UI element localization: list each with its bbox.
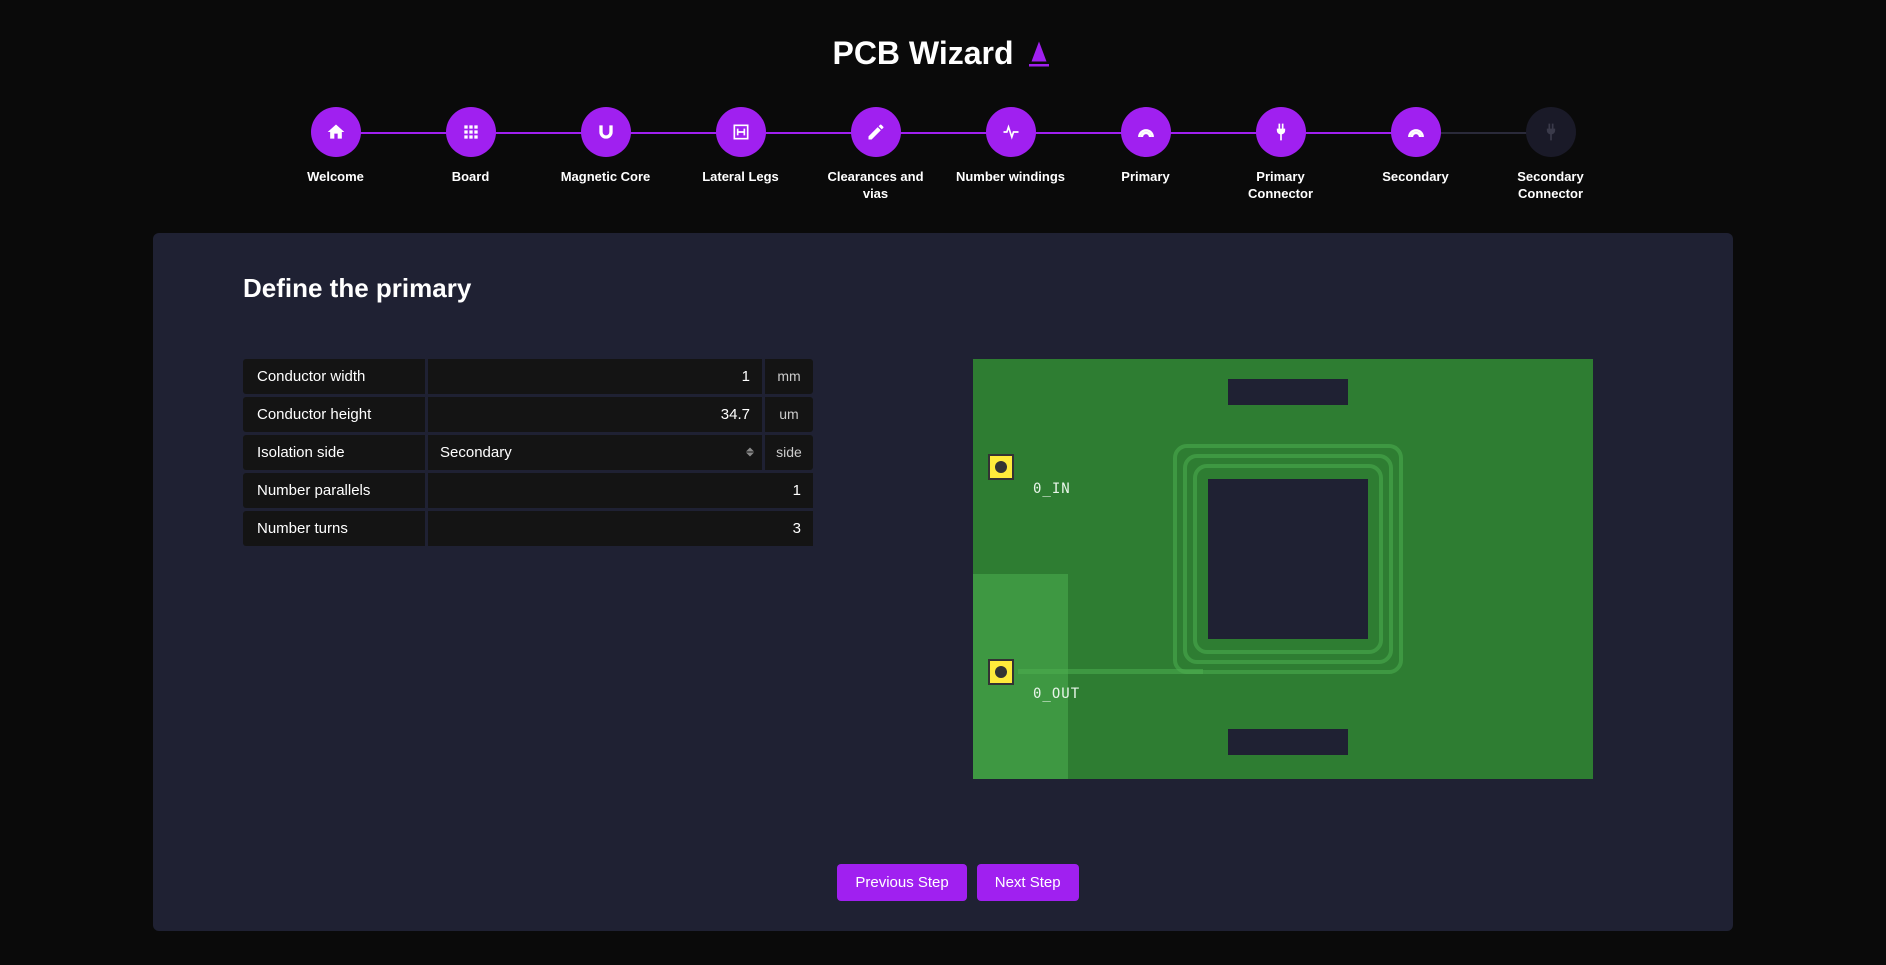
- label-isolation-side: Isolation side: [243, 435, 425, 470]
- page-title: PCB Wizard: [832, 35, 1053, 72]
- step-circle[interactable]: [716, 107, 766, 157]
- row-conductor-width: Conductor width mm: [243, 359, 813, 394]
- wizard-hat-icon: [1024, 39, 1054, 69]
- row-conductor-height: Conductor height um: [243, 397, 813, 432]
- arc-icon: [1136, 122, 1156, 142]
- step-circle[interactable]: [1391, 107, 1441, 157]
- label-conductor-width: Conductor width: [243, 359, 425, 394]
- next-step-button[interactable]: Next Step: [977, 864, 1079, 901]
- title-text: PCB Wizard: [832, 35, 1013, 72]
- step-label: Clearances and vias: [821, 169, 931, 203]
- step-primary-connector[interactable]: Primary Connector: [1213, 107, 1348, 203]
- pcb-preview: 0_IN 0_OUT: [973, 359, 1593, 779]
- plug-icon: [1541, 122, 1561, 142]
- step-lateral-legs[interactable]: Lateral Legs: [673, 107, 808, 186]
- unit-isolation-side: side: [765, 435, 813, 470]
- step-circle[interactable]: [446, 107, 496, 157]
- step-label: Board: [452, 169, 490, 186]
- pcb-label-in: 0_IN: [1033, 481, 1071, 497]
- pcb-pad-top: [1228, 379, 1348, 405]
- step-circle[interactable]: [986, 107, 1036, 157]
- step-circle[interactable]: [311, 107, 361, 157]
- input-number-turns[interactable]: [428, 511, 813, 546]
- step-label: Lateral Legs: [702, 169, 779, 186]
- step-magnetic-core[interactable]: Magnetic Core: [538, 107, 673, 186]
- grid-icon: [461, 122, 481, 142]
- unit-conductor-width: mm: [765, 359, 813, 394]
- step-circle[interactable]: [1256, 107, 1306, 157]
- pencil-icon: [866, 122, 886, 142]
- row-number-turns: Number turns: [243, 511, 813, 546]
- arc-icon: [1406, 122, 1426, 142]
- step-label: Welcome: [307, 169, 364, 186]
- step-board[interactable]: Board: [403, 107, 538, 186]
- step-clearances-and-vias[interactable]: Clearances and vias: [808, 107, 943, 203]
- step-label: Primary Connector: [1226, 169, 1336, 203]
- row-isolation-side: Isolation side Secondary side: [243, 435, 813, 470]
- pcb-via-out: [988, 659, 1014, 685]
- input-conductor-height[interactable]: [428, 397, 762, 432]
- main-panel: Define the primary Conductor width mm Co…: [153, 233, 1733, 931]
- input-number-parallels[interactable]: [428, 473, 813, 508]
- step-label: Secondary: [1382, 169, 1448, 186]
- step-circle[interactable]: [1526, 107, 1576, 157]
- step-label: Primary: [1121, 169, 1169, 186]
- form-table: Conductor width mm Conductor height um I…: [243, 359, 813, 549]
- step-label: Secondary Connector: [1496, 169, 1606, 203]
- previous-step-button[interactable]: Previous Step: [837, 864, 966, 901]
- panel-title: Define the primary: [243, 273, 1673, 304]
- step-welcome[interactable]: Welcome: [268, 107, 403, 186]
- step-label: Magnetic Core: [561, 169, 651, 186]
- magnet-icon: [596, 122, 616, 142]
- step-circle[interactable]: [581, 107, 631, 157]
- pcb-windings: [1173, 444, 1403, 674]
- wizard-stepper: Welcome Board Magnetic Core Lateral Legs Cle…: [243, 107, 1643, 203]
- step-secondary-connector[interactable]: Secondary Connector: [1483, 107, 1618, 203]
- pulse-icon: [1001, 122, 1021, 142]
- step-circle[interactable]: [1121, 107, 1171, 157]
- pcb-trace-out: [1018, 669, 1203, 674]
- label-number-parallels: Number parallels: [243, 473, 425, 508]
- pcb-pad-bottom: [1228, 729, 1348, 755]
- pcb-via-in: [988, 454, 1014, 480]
- label-conductor-height: Conductor height: [243, 397, 425, 432]
- h-square-icon: [731, 122, 751, 142]
- pcb-core-hole: [1208, 479, 1368, 639]
- plug-icon: [1271, 122, 1291, 142]
- home-icon: [326, 122, 346, 142]
- step-label: Number windings: [956, 169, 1065, 186]
- select-isolation-side[interactable]: Secondary: [428, 435, 762, 470]
- input-conductor-width[interactable]: [428, 359, 762, 394]
- label-number-turns: Number turns: [243, 511, 425, 546]
- wizard-buttons: Previous Step Next Step: [243, 864, 1673, 901]
- step-secondary[interactable]: Secondary: [1348, 107, 1483, 186]
- unit-conductor-height: um: [765, 397, 813, 432]
- step-primary[interactable]: Primary: [1078, 107, 1213, 186]
- row-number-parallels: Number parallels: [243, 473, 813, 508]
- step-number-windings[interactable]: Number windings: [943, 107, 1078, 186]
- pcb-label-out: 0_OUT: [1033, 686, 1080, 702]
- step-circle[interactable]: [851, 107, 901, 157]
